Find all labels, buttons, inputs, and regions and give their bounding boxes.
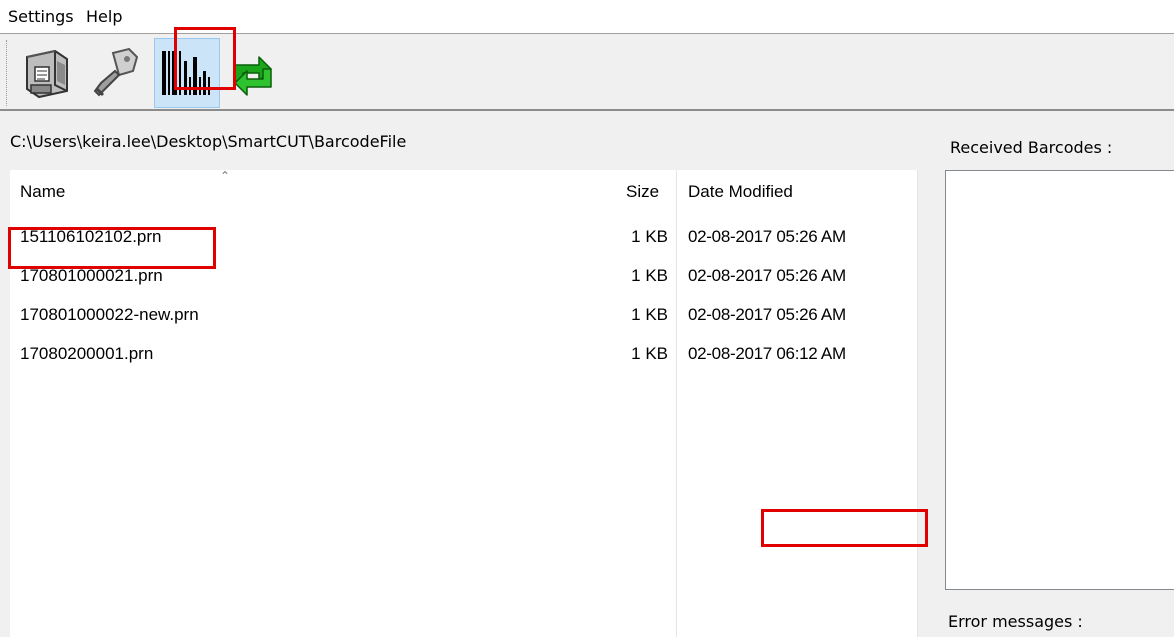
file-date: 02-08-2017 05:26 AM	[688, 266, 846, 285]
file-size: 1 KB	[631, 227, 668, 246]
file-name: 170801000021.prn	[20, 266, 163, 285]
file-date: 02-08-2017 06:12 AM	[688, 344, 846, 363]
column-header-date[interactable]: Date Modified	[688, 182, 793, 202]
annotation-highlight-empty-area	[761, 509, 928, 547]
file-row[interactable]: 17080200001.prn 1 KB 02-08-2017 06:12 AM	[10, 335, 918, 375]
panel-splitter[interactable]	[918, 170, 940, 637]
column-header-size[interactable]: Size	[626, 182, 659, 202]
file-size: 1 KB	[631, 305, 668, 324]
printer-icon	[26, 49, 68, 99]
annotation-highlight-first-file	[8, 227, 216, 269]
error-messages-label: Error messages :	[948, 612, 1083, 631]
menu-settings[interactable]: Settings	[8, 7, 74, 26]
printer-button[interactable]	[12, 38, 78, 108]
sort-ascending-icon: ⌃	[220, 169, 231, 183]
annotation-highlight-barcode-button	[174, 27, 236, 90]
folder-path: C:\Users\keira.lee\Desktop\SmartCUT\Barc…	[10, 132, 407, 151]
file-size: 1 KB	[631, 266, 668, 285]
knife-icon	[93, 47, 139, 97]
file-size: 1 KB	[631, 344, 668, 363]
file-date: 02-08-2017 05:26 AM	[688, 227, 846, 246]
received-barcodes-box[interactable]	[945, 170, 1174, 590]
received-barcodes-label: Received Barcodes :	[950, 138, 1113, 157]
file-row[interactable]: 170801000022-new.prn 1 KB 02-08-2017 05:…	[10, 296, 918, 336]
toolbar-grip[interactable]	[6, 40, 11, 106]
file-date: 02-08-2017 05:26 AM	[688, 305, 846, 324]
menu-help[interactable]: Help	[86, 7, 122, 26]
knife-button[interactable]	[84, 38, 150, 108]
file-name: 170801000022-new.prn	[20, 305, 199, 324]
file-name: 17080200001.prn	[20, 344, 154, 363]
column-header-name[interactable]: Name	[20, 182, 65, 202]
